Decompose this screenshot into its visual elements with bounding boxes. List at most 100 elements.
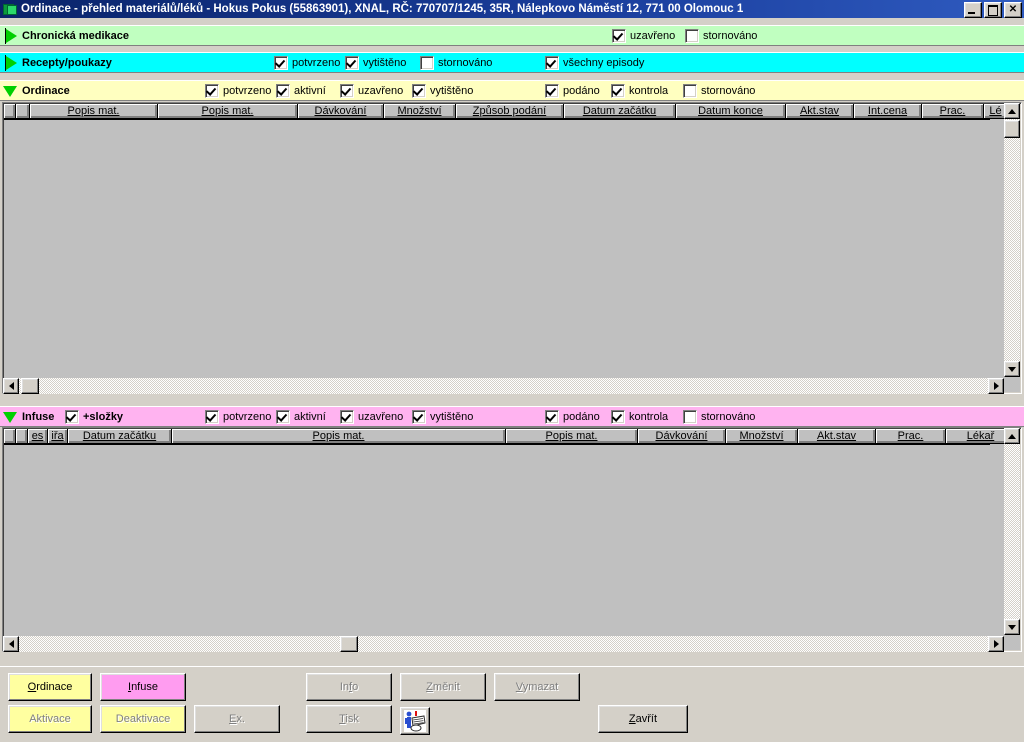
column-header-popis-mat-[interactable]: Popis mat. xyxy=(30,104,158,119)
tisk-button[interactable]: Tisk xyxy=(306,705,392,733)
column-header-popis-mat-[interactable]: Popis mat. xyxy=(506,429,638,444)
deaktivace-button[interactable]: Deaktivace xyxy=(100,705,186,733)
column-header-label: es xyxy=(31,430,44,442)
checkbox-empty-icon xyxy=(420,55,434,70)
grid-ordinace-body[interactable] xyxy=(4,119,990,378)
checkbox-ordinace-vyti-t-no[interactable]: vytištěno xyxy=(412,83,473,98)
window-title: Ordinace - přehled materiálů/léků - Hoku… xyxy=(21,3,744,15)
checkbox-label: podáno xyxy=(563,84,600,97)
scroll-down-button[interactable] xyxy=(1004,619,1020,635)
column-header-blank[interactable] xyxy=(16,429,28,444)
grid-infuse-body[interactable] xyxy=(4,444,990,635)
aktivace-button[interactable]: Aktivace xyxy=(8,705,92,733)
checkbox-infuse-potvrzeno[interactable]: potvrzeno xyxy=(205,409,272,424)
infuse-button-label: Infuse xyxy=(128,681,158,693)
scroll-thumb[interactable] xyxy=(21,378,39,394)
column-header-blank[interactable] xyxy=(4,104,16,119)
checkbox-infuse-stornov-no[interactable]: stornováno xyxy=(683,409,756,424)
column-header-mno-stv-[interactable]: Množství xyxy=(726,429,798,444)
column-header-prac-[interactable]: Prac. xyxy=(922,104,984,119)
column-header-i-a[interactable]: iřa xyxy=(48,429,68,444)
vymazat-button[interactable]: Vymazat xyxy=(494,673,580,701)
checkbox-ordinace-stornov-no[interactable]: stornováno xyxy=(683,83,755,98)
checkbox-ordinace-potvrzeno[interactable]: potvrzeno xyxy=(205,83,271,98)
section-bar-chronicka-medikace[interactable]: Chronická medikace uzavřeno stornováno xyxy=(0,25,1024,46)
section-bar-recepty-poukazy[interactable]: Recepty/poukazy potvrzeno vytištěno storno… xyxy=(0,52,1024,73)
ordinace-button[interactable]: Ordinace xyxy=(8,673,92,701)
column-header-prac-[interactable]: Prac. xyxy=(876,429,946,444)
column-header-datum-konce[interactable]: Datum konce xyxy=(676,104,786,119)
scroll-right-button[interactable] xyxy=(988,378,1004,394)
collapse-triangle-icon[interactable] xyxy=(3,84,19,98)
checkbox-chronicka-stornov-no[interactable]: stornováno xyxy=(685,28,757,43)
column-header-label: Popis mat. xyxy=(201,105,254,117)
scroll-left-button[interactable] xyxy=(3,636,19,652)
aktivace-button-label: Aktivace xyxy=(29,713,71,725)
checkbox-recepty-stornov-no[interactable]: stornováno xyxy=(420,55,492,70)
grid-infuse-hscrollbar[interactable] xyxy=(3,636,1004,652)
checkbox-ordinace-aktivn-[interactable]: aktivní xyxy=(276,83,326,98)
checkbox-recepty-v-echny-episody[interactable]: všechny episody xyxy=(545,55,644,70)
column-header-blank[interactable] xyxy=(16,104,30,119)
minimize-button[interactable] xyxy=(964,2,982,18)
scroll-thumb[interactable] xyxy=(340,636,358,652)
checkbox-label: kontrola xyxy=(629,84,669,97)
patient-icon-button[interactable] xyxy=(400,707,430,735)
scroll-up-button[interactable] xyxy=(1004,103,1020,119)
section-title-recepty: Recepty/poukazy xyxy=(22,56,112,69)
checkbox-recepty-vyti-t-no[interactable]: vytištěno xyxy=(345,55,406,70)
checkbox-infuse-aktivn-[interactable]: aktivní xyxy=(276,409,326,424)
grid-infuse-vscrollbar[interactable] xyxy=(1004,428,1020,635)
column-header-d-vkov-n-[interactable]: Dávkování xyxy=(638,429,726,444)
info-button[interactable]: Info xyxy=(306,673,392,701)
grid-ordinace-vscrollbar[interactable] xyxy=(1004,103,1020,377)
collapse-triangle-icon[interactable] xyxy=(3,410,19,424)
checkbox-ordinace-uzav-eno[interactable]: uzavřeno xyxy=(340,83,404,98)
column-header-blank[interactable] xyxy=(4,429,16,444)
zmenit-button[interactable]: Změnit xyxy=(400,673,486,701)
checkbox-slozky[interactable]: +složky xyxy=(65,409,123,424)
checkbox-label: uzavřeno xyxy=(358,84,404,97)
restore-button[interactable] xyxy=(984,2,1002,18)
zavrit-button[interactable]: Zavřít xyxy=(598,705,688,733)
column-header-zp-sob-pod-n-[interactable]: Způsob podání xyxy=(456,104,564,119)
checkmark-icon xyxy=(205,83,219,98)
column-header-akt-stav[interactable]: Akt.stav xyxy=(786,104,854,119)
column-header-datum-za-tku[interactable]: Datum začátku xyxy=(564,104,676,119)
checkbox-ordinace-kontrola[interactable]: kontrola xyxy=(611,83,669,98)
checkbox-label: podáno xyxy=(563,410,600,423)
scroll-up-button[interactable] xyxy=(1004,428,1020,444)
checkbox-chronicka-uzav-eno[interactable]: uzavřeno xyxy=(612,28,675,43)
column-header-label: Prac. xyxy=(897,430,924,442)
scroll-down-button[interactable] xyxy=(1004,361,1020,377)
checkbox-infuse-vyti-t-no[interactable]: vytištěno xyxy=(412,409,473,424)
expand-triangle-icon[interactable] xyxy=(3,27,19,44)
checkbox-ordinace-pod-no[interactable]: podáno xyxy=(545,83,600,98)
checkbox-label: potvrzeno xyxy=(223,410,272,423)
column-header-popis-mat-[interactable]: Popis mat. xyxy=(158,104,298,119)
checkbox-infuse-uzav-eno[interactable]: uzavřeno xyxy=(340,409,403,424)
ordinace-button-label: Ordinace xyxy=(27,681,73,693)
section-bar-infuse[interactable]: Infuse +složky potvrzeno aktivní uzavřeno vy… xyxy=(0,406,1024,427)
scroll-left-button[interactable] xyxy=(3,378,19,394)
column-header-es[interactable]: es xyxy=(28,429,48,444)
checkbox-infuse-pod-no[interactable]: podáno xyxy=(545,409,600,424)
scroll-thumb[interactable] xyxy=(1004,120,1020,138)
column-header-mno-stv-[interactable]: Množství xyxy=(384,104,456,119)
section-bar-ordinace[interactable]: Ordinace potvrzeno aktivní uzavřeno vytiště… xyxy=(0,80,1024,101)
checkbox-label: potvrzeno xyxy=(292,56,341,69)
checkbox-recepty-potvrzeno[interactable]: potvrzeno xyxy=(274,55,341,70)
checkbox-infuse-kontrola[interactable]: kontrola xyxy=(611,409,668,424)
column-header-datum-za-tku[interactable]: Datum začátku xyxy=(68,429,172,444)
column-header-int-cena[interactable]: Int.cena xyxy=(854,104,922,119)
ex-button[interactable]: Ex. xyxy=(194,705,280,733)
column-header-d-vkov-n-[interactable]: Dávkování xyxy=(298,104,384,119)
expand-triangle-icon[interactable] xyxy=(3,54,19,71)
column-header-popis-mat-[interactable]: Popis mat. xyxy=(172,429,506,444)
close-button[interactable]: ✕ xyxy=(1004,2,1022,18)
checkbox-label: stornováno xyxy=(701,410,756,423)
grid-ordinace-hscrollbar[interactable] xyxy=(3,378,1004,394)
scroll-right-button[interactable] xyxy=(988,636,1004,652)
infuse-button[interactable]: Infuse xyxy=(100,673,186,701)
column-header-akt-stav[interactable]: Akt.stav xyxy=(798,429,876,444)
